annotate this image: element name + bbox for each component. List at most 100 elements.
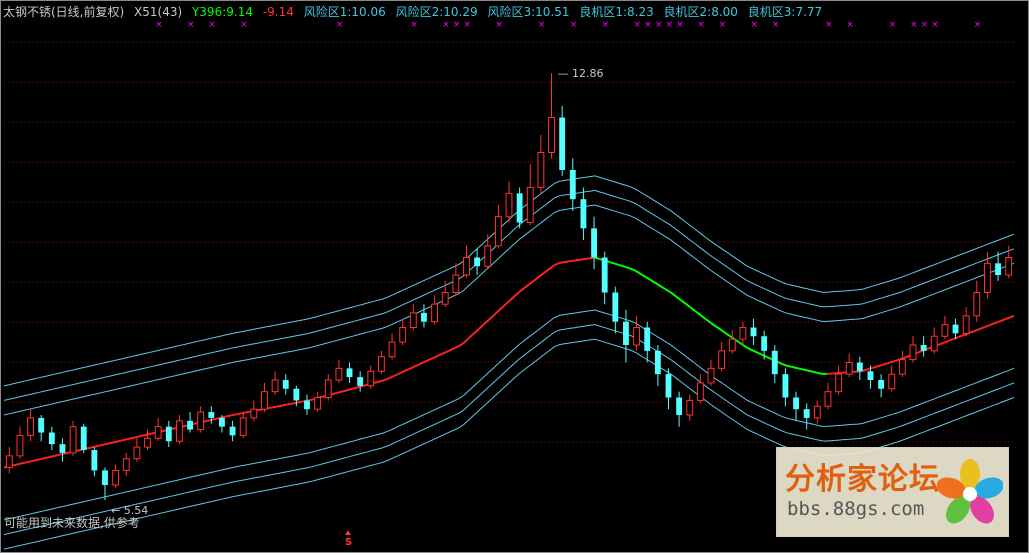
centre-line-segment (508, 295, 515, 303)
centre-line-segment (735, 339, 742, 345)
centre-line-segment (801, 368, 808, 372)
candle-body-down (559, 117, 566, 170)
signal-arrow-icon (345, 530, 351, 535)
signal-cross-marker: × (208, 20, 216, 30)
centre-line-segment (442, 350, 449, 355)
centre-line-segment (816, 371, 823, 375)
centre-line-segment (973, 328, 979, 333)
centre-line-segment (39, 457, 45, 461)
centre-line-segment (447, 347, 454, 352)
candle-body-up (941, 324, 949, 337)
centre-line-segment (609, 261, 616, 265)
centre-line-segment (745, 346, 752, 351)
centre-line-segment (664, 288, 672, 294)
candle-body-down (867, 371, 874, 380)
centre-line-segment (948, 338, 954, 342)
centre-line-segment (594, 256, 601, 261)
candle-body-down (421, 312, 427, 322)
candle-body-up (845, 362, 853, 375)
signal-cross-marker: × (974, 20, 982, 30)
centre-line-segment (342, 389, 348, 393)
centre-line-segment (54, 453, 60, 457)
candle-body-down (782, 374, 789, 398)
watermark-url: bbs.88gs.com (787, 498, 925, 520)
candle-body-down (91, 450, 98, 471)
candle-body-up (144, 437, 151, 448)
centre-line-segment (437, 352, 444, 357)
candle-body-down (187, 420, 193, 430)
candle-body-down (995, 263, 1001, 275)
centre-line-segment (882, 362, 889, 366)
indicator-header: 太钢不锈(日线,前复权) X51(43) Y396:9.14 -9.14 风险区… (3, 4, 828, 20)
signal-cross-marker: × (453, 20, 461, 30)
centre-line-segment (503, 300, 510, 307)
centre-line-segment (124, 437, 131, 441)
candle-body-down (219, 417, 225, 427)
signal-cross-marker: × (538, 20, 546, 30)
centre-line-segment (584, 257, 590, 260)
candle-body-up (526, 187, 534, 223)
signal-cross-marker: × (463, 20, 471, 30)
candle-body-up (314, 397, 322, 410)
candle-body-up (835, 373, 843, 393)
centre-line-segment (634, 269, 641, 275)
candle-body-up (633, 327, 641, 346)
centre-line-segment (680, 299, 687, 305)
centre-line-segment (472, 328, 480, 335)
candle-body-up (707, 367, 715, 384)
centre-line-segment (983, 324, 990, 329)
high-annotation: — 12.86 (558, 67, 604, 80)
candle-body-up (909, 344, 917, 361)
candle-body-down (208, 412, 215, 418)
candle-body-up (728, 338, 736, 352)
candle-body-up (898, 359, 906, 375)
candle-body-up (388, 341, 396, 358)
centre-line-segment (654, 282, 662, 287)
candle-body-up (27, 417, 35, 436)
centre-line-segment (877, 363, 883, 368)
centre-line-segment (781, 362, 788, 367)
candle-body-up (696, 382, 704, 401)
candle-body-up (324, 379, 332, 398)
candle-body-down (761, 336, 768, 351)
centre-line-segment (397, 370, 404, 376)
centre-line-segment (740, 342, 747, 349)
centre-line-segment (205, 419, 212, 423)
centre-line-segment (467, 332, 475, 340)
candle-body-down (612, 292, 619, 322)
centre-line-segment (104, 442, 111, 446)
candle-body-up (431, 303, 439, 323)
signal-cross-marker: × (442, 20, 450, 30)
candle-body-up (505, 192, 513, 218)
centre-line-segment (538, 271, 546, 278)
centre-line-segment (700, 314, 707, 321)
y396-value: Y396:9.14 (191, 5, 253, 19)
centre-line-segment (690, 306, 697, 313)
candle-body-down (229, 426, 236, 436)
centre-line-segment (332, 391, 338, 396)
candle-body-down (952, 324, 959, 334)
candle-body-down (293, 388, 300, 401)
centre-line-segment (750, 348, 757, 354)
centre-line-segment (347, 387, 353, 392)
candle-body-down (920, 345, 927, 351)
centre-line-segment (231, 413, 237, 417)
centre-line-segment (210, 417, 217, 421)
centre-line-segment (119, 438, 126, 442)
candle-body-down (665, 374, 672, 398)
candle-body-down (856, 362, 863, 372)
candle-body-down (516, 193, 523, 223)
centre-line-segment (710, 322, 717, 328)
centre-line-segment (942, 340, 949, 344)
candle-body-up (5, 455, 13, 469)
signal-cross-marker: × (825, 20, 833, 30)
candle-body-up (409, 312, 417, 328)
centre-line-segment (564, 260, 570, 264)
centre-line-segment (993, 320, 1000, 325)
centre-line-segment (917, 349, 924, 354)
centre-line-segment (523, 283, 530, 289)
centre-line-segment (629, 267, 636, 272)
candle-body-up (463, 257, 470, 276)
candle-body-up (69, 426, 77, 454)
centre-line-segment (796, 367, 803, 371)
